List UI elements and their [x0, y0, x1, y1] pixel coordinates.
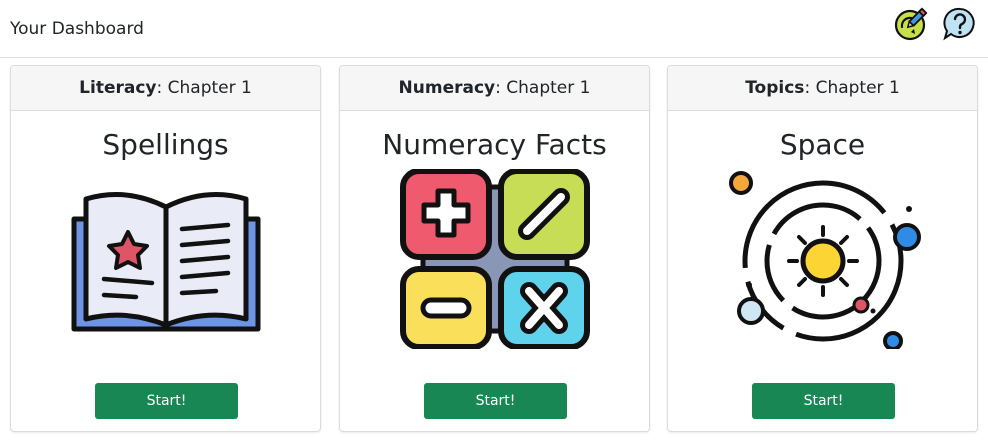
start-button[interactable]: Start!: [95, 383, 238, 419]
top-bar: Your Dashboard: [0, 0, 988, 58]
page-title: Your Dashboard: [10, 19, 144, 39]
separator: :: [156, 78, 168, 98]
chapter-label: Chapter 1: [506, 78, 591, 98]
card-literacy: Literacy: Chapter 1 Spellings Start!: [10, 65, 321, 432]
subject-label: Numeracy: [398, 78, 496, 98]
card-header: Topics: Chapter 1: [668, 66, 977, 111]
card-title: Spellings: [102, 128, 229, 161]
open-book-star-icon: [66, 169, 266, 349]
card-title: Space: [779, 128, 866, 161]
math-operators-icon: [395, 169, 595, 349]
chapter-label: Chapter 1: [815, 78, 900, 98]
help-question-icon[interactable]: [942, 6, 978, 42]
card-header: Literacy: Chapter 1: [11, 66, 320, 111]
card-numeracy: Numeracy: Chapter 1 Numeracy Facts Start…: [339, 65, 650, 432]
chapter-label: Chapter 1: [167, 78, 252, 98]
subject-label: Topics: [745, 78, 805, 98]
start-button[interactable]: Start!: [752, 383, 895, 419]
card-topics: Topics: Chapter 1 Space Start!: [667, 65, 978, 432]
start-button[interactable]: Start!: [424, 383, 567, 419]
progress-pencil-icon[interactable]: [893, 6, 929, 42]
solar-system-icon: [723, 169, 923, 349]
separator: :: [495, 78, 507, 98]
subject-label: Literacy: [79, 78, 157, 98]
card-title: Numeracy Facts: [382, 128, 607, 161]
card-header: Numeracy: Chapter 1: [340, 66, 649, 111]
separator: :: [804, 78, 816, 98]
